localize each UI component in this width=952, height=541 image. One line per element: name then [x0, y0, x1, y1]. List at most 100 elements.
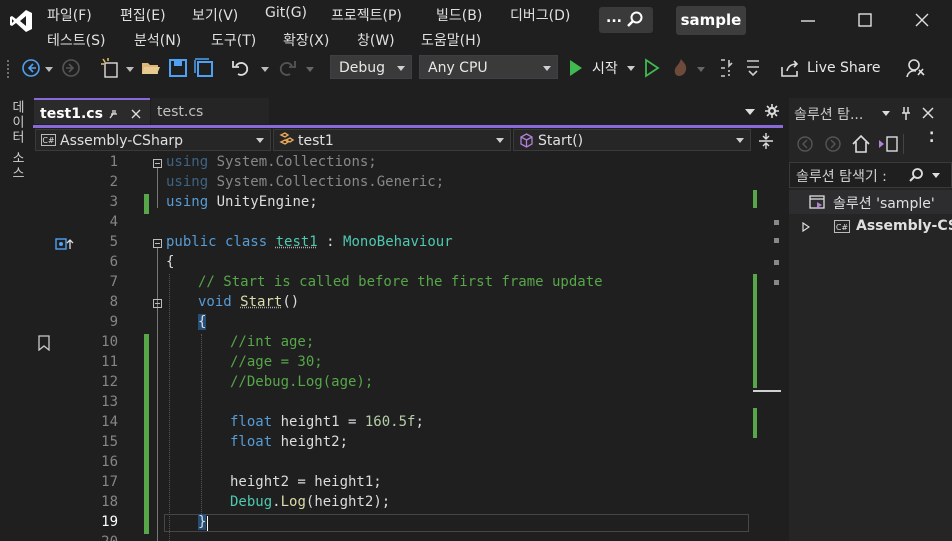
menu-git[interactable]: Git(G) — [265, 5, 307, 21]
line-number-current: 19 — [101, 514, 118, 530]
tree-item-solution[interactable]: 솔루션 'sample' — [789, 190, 952, 214]
unity-message-icon[interactable] — [55, 238, 75, 250]
tree-item-label: 솔루션 'sample' — [833, 196, 935, 212]
tab-label: test1.cs — [40, 106, 103, 122]
new-item-icon[interactable] — [99, 56, 123, 80]
menu-help[interactable]: 도움말(H) — [421, 30, 481, 50]
text-cursor — [207, 516, 208, 531]
close-icon[interactable] — [921, 106, 935, 120]
code-line-6: { — [166, 254, 175, 270]
line-number: 18 — [101, 494, 118, 510]
menu-analyze[interactable]: 분석(N) — [134, 30, 181, 50]
pin-icon[interactable] — [108, 108, 120, 120]
navigate-forward-icon[interactable] — [60, 57, 82, 79]
tree-item-project[interactable]: C# Assembly-CS — [789, 215, 952, 239]
fold-guide — [157, 248, 158, 541]
line-number: 4 — [109, 214, 118, 230]
split-window-icon[interactable] — [757, 131, 775, 151]
line-number: 1 — [109, 154, 118, 170]
tab-list-dropdown-icon[interactable] — [745, 109, 755, 115]
undo-dropdown-icon[interactable] — [261, 67, 269, 72]
panel-menu-icon[interactable] — [882, 111, 890, 116]
member-dropdown[interactable]: Start() — [513, 129, 751, 151]
indent-guide — [201, 334, 202, 514]
menu-debug[interactable]: 디버그(D) — [510, 5, 570, 25]
menu-extensions[interactable]: 확장(X) — [283, 30, 329, 50]
type-dropdown[interactable]: test1 — [273, 129, 511, 151]
search-icon[interactable] — [908, 167, 924, 183]
scrollbar-change-marker — [753, 190, 757, 208]
live-share-button[interactable]: Live Share — [779, 56, 881, 82]
bookmark-icon[interactable] — [38, 335, 50, 351]
line-number: 13 — [101, 394, 118, 410]
collapse-icon[interactable] — [153, 299, 162, 308]
menu-file[interactable]: 파일(F) — [47, 5, 92, 25]
live-share-label: Live Share — [807, 60, 881, 76]
chevron-down-icon — [543, 66, 551, 71]
menu-test[interactable]: 테스트(S) — [47, 30, 105, 50]
more-options-icon[interactable]: ⁚ — [929, 130, 934, 146]
class-icon — [279, 132, 295, 145]
solution-search-field[interactable]: 솔루션 탐색기 : — [789, 162, 952, 188]
redo-dropdown-icon[interactable] — [306, 67, 314, 72]
solution-platform-dropdown[interactable]: Any CPU — [419, 55, 558, 79]
home-icon[interactable] — [851, 134, 871, 154]
pin-icon[interactable] — [899, 105, 913, 121]
menu-edit[interactable]: 편집(E) — [120, 5, 166, 25]
new-item-dropdown-icon[interactable] — [126, 67, 134, 72]
redo-icon[interactable] — [276, 57, 298, 79]
switch-views-icon[interactable] — [877, 134, 901, 154]
collapse-icon[interactable] — [153, 159, 162, 168]
code-line-8: void Start() — [198, 294, 300, 310]
navigation-bar: C# Assembly-CSharp test1 Start() — [33, 128, 783, 154]
feedback-icon[interactable] — [904, 57, 926, 79]
toolbar-separator — [903, 134, 904, 154]
navigate-back-icon[interactable] — [20, 57, 42, 79]
step-toolbar-icon[interactable] — [719, 57, 739, 79]
scrollbar-marker — [774, 238, 779, 243]
open-folder-icon[interactable] — [140, 57, 162, 79]
maximize-icon[interactable] — [855, 10, 875, 30]
back-icon[interactable] — [796, 135, 814, 153]
close-tab-icon[interactable] — [130, 108, 142, 120]
save-all-icon[interactable] — [193, 57, 215, 79]
menu-build[interactable]: 빌드(B) — [436, 5, 482, 25]
code-line-11: //age = 30; — [230, 354, 323, 370]
undo-icon[interactable] — [230, 57, 252, 79]
solution-configuration-dropdown[interactable]: Debug — [330, 55, 412, 79]
start-debugging-button[interactable]: 시작 — [566, 56, 638, 80]
toolbar-options-icon[interactable] — [743, 57, 763, 79]
chevron-down-icon — [256, 138, 264, 143]
data-sources-tab[interactable]: 데이터 소스 — [6, 100, 26, 181]
menu-tools[interactable]: 도구(T) — [211, 30, 256, 50]
menu-window[interactable]: 창(W) — [357, 30, 395, 50]
search-icon[interactable] — [626, 10, 644, 28]
forward-icon[interactable] — [824, 135, 842, 153]
collapse-icon[interactable] — [153, 239, 162, 248]
toolbar-grip-icon[interactable] — [5, 58, 11, 78]
close-icon[interactable] — [912, 10, 932, 30]
hot-reload-dropdown-icon[interactable] — [697, 67, 705, 72]
menu-view[interactable]: 보기(V) — [192, 5, 238, 25]
line-number: 16 — [101, 454, 118, 470]
save-icon[interactable] — [167, 57, 189, 79]
code-line-14: float height1 = 160.5f; — [230, 414, 424, 430]
minimize-icon[interactable] — [798, 10, 818, 30]
code-editor[interactable]: 1 2 3 4 5 6 7 8 9 10 11 12 13 14 15 16 1… — [33, 154, 750, 541]
scrollbar-change-marker — [753, 408, 757, 438]
menu-project[interactable]: 프로젝트(P) — [331, 5, 402, 25]
vertical-scrollbar[interactable] — [750, 154, 783, 541]
expand-arrow-icon[interactable] — [802, 222, 810, 232]
back-dropdown-icon[interactable] — [45, 67, 53, 72]
tab-label: test.cs — [157, 104, 204, 120]
play-icon — [570, 60, 582, 76]
start-without-debugging-icon[interactable] — [643, 58, 661, 78]
current-line-highlight — [164, 514, 749, 532]
tab-test-cs[interactable]: test.cs — [151, 98, 269, 124]
gear-icon[interactable] — [765, 104, 779, 118]
search-options-icon[interactable] — [932, 173, 940, 178]
project-dropdown[interactable]: C# Assembly-CSharp — [35, 129, 271, 151]
chevron-down-icon — [627, 66, 635, 71]
hot-reload-icon[interactable] — [670, 57, 692, 79]
tab-test1-cs[interactable]: test1.cs — [34, 98, 150, 124]
